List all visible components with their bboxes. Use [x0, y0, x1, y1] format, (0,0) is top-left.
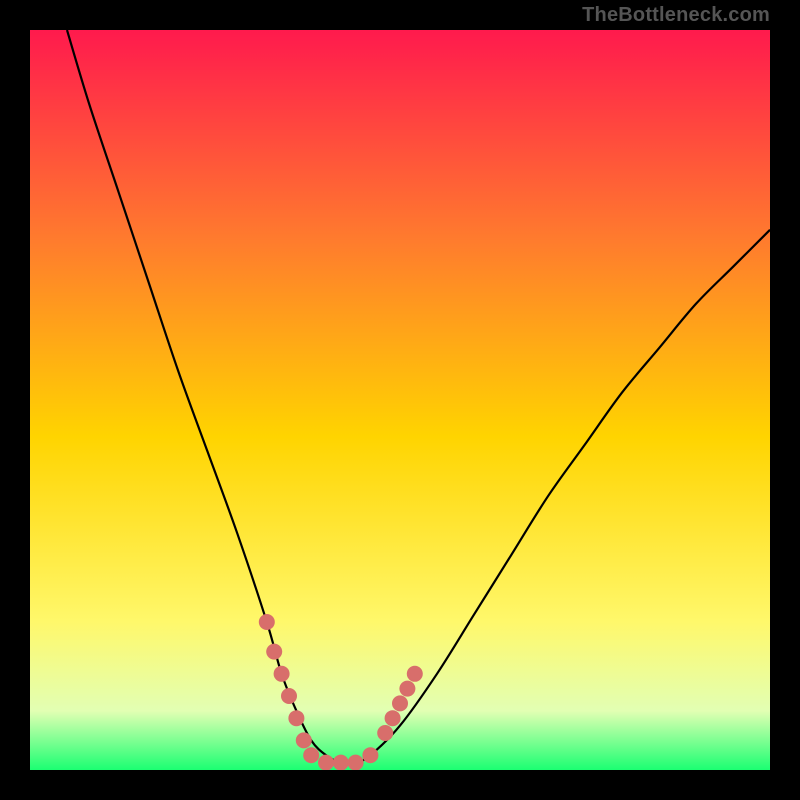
- plot-area: [30, 30, 770, 770]
- marker-floor-3: [333, 755, 349, 770]
- outer-frame: TheBottleneck.com: [0, 0, 800, 800]
- marker-left-run-start: [259, 614, 275, 630]
- marker-right-run-2: [392, 695, 408, 711]
- marker-floor-1: [303, 747, 319, 763]
- marker-right-run-3: [399, 681, 415, 697]
- marker-layer: [259, 614, 423, 770]
- marker-left-run-end: [296, 732, 312, 748]
- marker-right-run-end: [407, 666, 423, 682]
- watermark-text: TheBottleneck.com: [582, 4, 770, 27]
- chart-layer: [30, 30, 770, 770]
- marker-right-run-start: [377, 725, 393, 741]
- marker-left-run-2: [274, 666, 290, 682]
- marker-floor-2: [318, 755, 334, 770]
- marker-left-run-3: [281, 688, 297, 704]
- bottleneck-curve: [67, 30, 770, 764]
- marker-floor-4: [348, 755, 364, 770]
- marker-right-run-1: [385, 710, 401, 726]
- marker-left-run-1: [266, 644, 282, 660]
- marker-floor-5: [362, 747, 378, 763]
- marker-left-run-4: [288, 710, 304, 726]
